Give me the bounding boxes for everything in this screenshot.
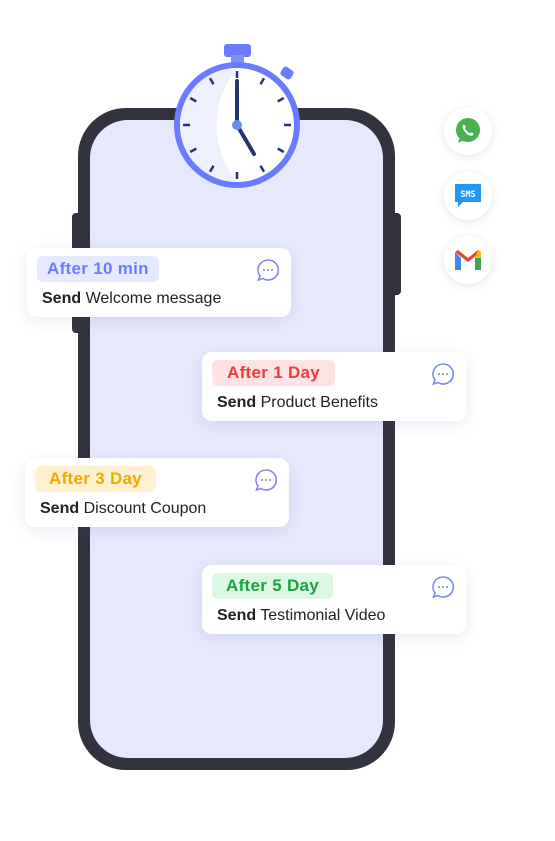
sms-icon: SMS — [455, 184, 481, 207]
svg-text:SMS: SMS — [460, 190, 475, 200]
channel-whatsapp[interactable] — [444, 107, 492, 155]
chat-bubble-icon[interactable] — [431, 575, 455, 599]
message-card[interactable]: After 5 Day Send Testimonial Video — [202, 565, 466, 634]
message-text: Send Welcome message — [42, 290, 222, 307]
chat-bubble-icon[interactable] — [256, 258, 280, 282]
message-text: Send Product Benefits — [217, 394, 378, 411]
channel-sms[interactable]: SMS — [444, 172, 492, 220]
message-card[interactable]: After 10 min Send Welcome message — [27, 248, 291, 317]
gmail-icon — [455, 250, 481, 270]
phone-screen — [90, 120, 383, 758]
message-text: Send Testimonial Video — [217, 607, 386, 624]
delay-badge: After 1 Day — [212, 360, 336, 386]
whatsapp-icon — [456, 118, 480, 143]
chat-bubble-icon[interactable] — [254, 468, 278, 492]
channel-gmail[interactable] — [444, 236, 492, 284]
message-card[interactable]: After 3 Day Send Discount Coupon — [25, 458, 289, 527]
delay-badge: After 5 Day — [212, 573, 334, 599]
delay-badge: After 3 Day — [35, 466, 157, 492]
message-card[interactable]: After 1 Day Send Product Benefits — [202, 352, 466, 421]
stopwatch-icon — [174, 44, 300, 188]
delay-badge: After 10 min — [37, 256, 159, 282]
message-text: Send Discount Coupon — [40, 500, 207, 517]
chat-bubble-icon[interactable] — [431, 362, 455, 386]
